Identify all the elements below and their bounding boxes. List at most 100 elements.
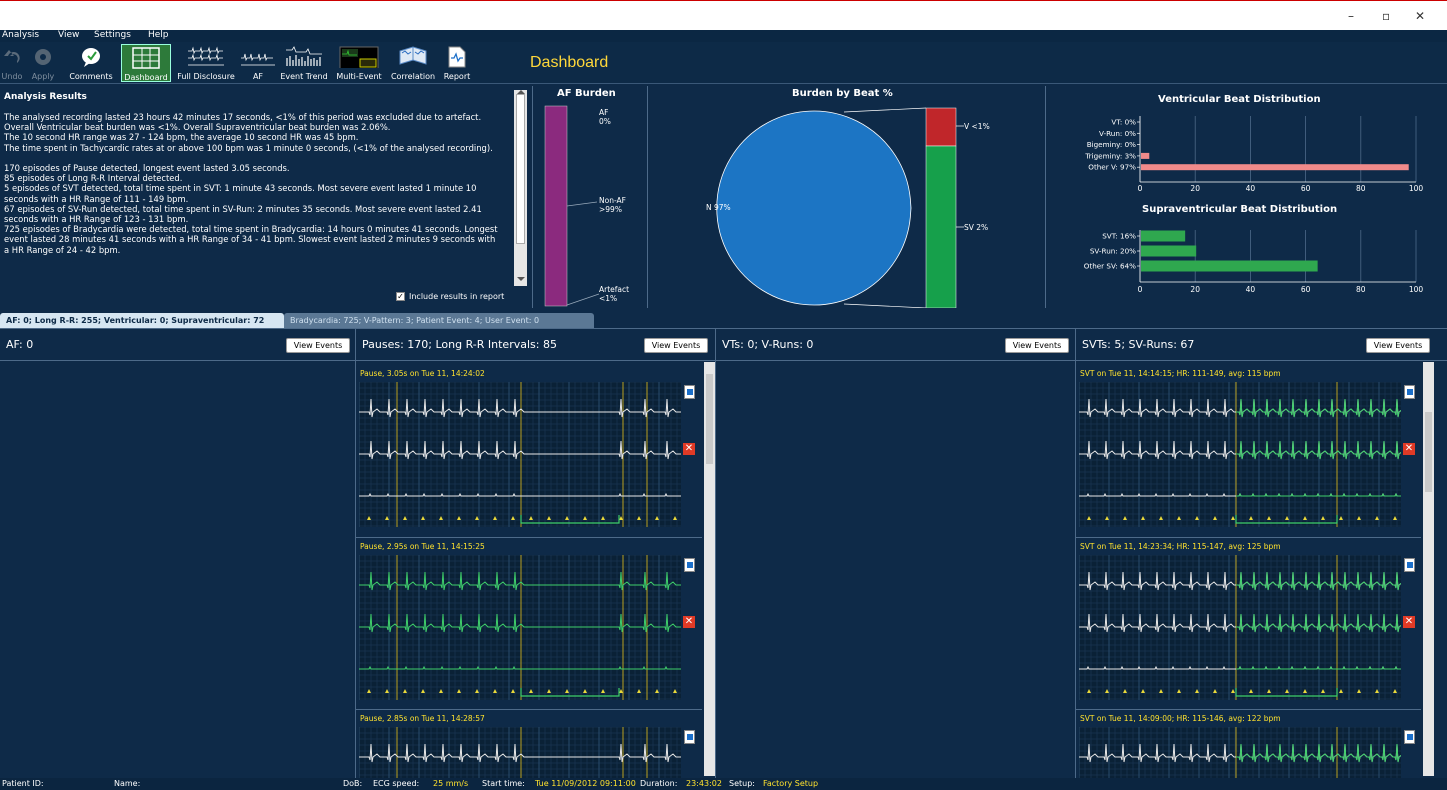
add-to-report-button[interactable]	[1404, 558, 1415, 572]
comments-label: Comments	[69, 72, 113, 81]
af-burden-chart: AF Burden AF 0% Non-AF >99% Artefact <1%	[533, 86, 647, 308]
sv-category-label: Other SV: 64%	[1084, 262, 1136, 271]
apply-label: Apply	[31, 72, 55, 81]
view-events-button[interactable]: View Events	[1005, 338, 1069, 353]
pauses-panel: Pauses: 170; Long R-R Intervals: 85 View…	[356, 329, 716, 779]
af-button[interactable]: AF	[240, 44, 276, 82]
correlation-button[interactable]: Correlation	[389, 44, 437, 82]
analysis-scrollbar[interactable]	[514, 90, 527, 286]
include-results-label: Include results in report	[409, 292, 505, 301]
pauses-panel-title: Pauses: 170; Long R-R Intervals: 85	[362, 338, 557, 351]
menu-help[interactable]: Help	[148, 30, 169, 40]
event-item[interactable]: Pause, 2.95s on Tue 11, 14:15:25 ✕	[356, 537, 702, 709]
distribution-svg: 0 20 40 60 80 100 VT: 0% V-Run: 0% Bigeminy: 0% T…	[1084, 116, 1424, 294]
dashboard-label: Dashboard	[124, 73, 168, 82]
dob-label: DoB:	[343, 779, 363, 788]
add-to-report-button[interactable]	[684, 558, 695, 572]
ventricular-category-label: Trigeminy: 3%	[1084, 151, 1136, 160]
scrollbar-thumb[interactable]	[1425, 412, 1432, 492]
add-to-report-button[interactable]	[1404, 385, 1415, 399]
af-label: AF 0%	[599, 108, 611, 126]
ecg-strip	[1079, 727, 1401, 779]
undo-label: Undo	[1, 72, 23, 81]
af-panel-title: AF: 0	[6, 338, 34, 351]
checkbox-check-icon[interactable]: ✓	[396, 292, 405, 301]
ventricular-category-label: Bigeminy: 0%	[1087, 140, 1136, 149]
tab-summary[interactable]: AF: 0; Long R-R: 255; Ventricular: 0; Su…	[0, 313, 284, 328]
scrollbar-thumb[interactable]	[706, 374, 713, 464]
scroll-up-icon[interactable]	[517, 89, 525, 95]
pie-slice-n	[716, 110, 912, 306]
report-button[interactable]: Report	[440, 44, 474, 82]
svt-panel-title: SVTs: 5; SV-Runs: 67	[1082, 338, 1195, 351]
ecg-speed-label: ECG speed:	[373, 779, 420, 788]
patient-id-label: Patient ID:	[2, 779, 44, 788]
vt-panel: VTs: 0; V-Runs: 0 View Events	[716, 329, 1076, 779]
svt-panel: SVTs: 5; SV-Runs: 67 View Events SVT on …	[1076, 329, 1447, 779]
add-to-report-button[interactable]	[684, 730, 695, 744]
undo-button[interactable]: Undo	[0, 44, 24, 82]
event-item[interactable]: Pause, 2.85s on Tue 11, 14:28:57	[356, 709, 702, 779]
analysis-text: The analysed recording lasted 23 hours 4…	[4, 112, 498, 255]
ventricular-axis-tick: 60	[1301, 184, 1311, 193]
comments-button[interactable]: Comments	[66, 44, 116, 82]
ventricular-bar	[1141, 152, 1150, 159]
event-title: SVT on Tue 11, 14:09:00; HR: 115-146, av…	[1080, 714, 1281, 723]
title-bar: – ▫ ✕	[0, 0, 1447, 30]
delete-event-button[interactable]: ✕	[683, 616, 695, 628]
sv-axis-tick: 40	[1246, 285, 1256, 294]
full-disclosure-icon	[188, 46, 224, 66]
event-item[interactable]: SVT on Tue 11, 14:09:00; HR: 115-146, av…	[1076, 709, 1421, 779]
start-time-value: Tue 11/09/2012 09:11:00	[535, 779, 636, 788]
event-title: SVT on Tue 11, 14:23:34; HR: 115-147, av…	[1080, 542, 1281, 551]
setup-value: Factory Setup	[763, 779, 819, 788]
event-item[interactable]: Pause, 3.05s on Tue 11, 14:24:02 ✕	[356, 365, 702, 537]
tab-bradycardia[interactable]: Bradycardia: 725; V-Pattern: 3; Patient …	[284, 313, 594, 328]
restore-button[interactable]: ▫	[1382, 9, 1390, 23]
add-to-report-button[interactable]	[684, 385, 695, 399]
vt-panel-title: VTs: 0; V-Runs: 0	[722, 338, 814, 351]
menu-settings[interactable]: Settings	[94, 30, 131, 40]
view-events-button[interactable]: View Events	[644, 338, 708, 353]
event-trend-button[interactable]: Event Trend	[279, 44, 329, 82]
sv-category-label: SVT: 16%	[1102, 232, 1136, 241]
apply-button[interactable]: Apply	[28, 44, 58, 82]
ventricular-axis-tick: 0	[1138, 184, 1143, 193]
full-disclosure-label: Full Disclosure	[177, 72, 235, 81]
pauses-scrollbar[interactable]	[704, 362, 715, 776]
scroll-down-icon[interactable]	[517, 276, 525, 282]
svt-scrollbar[interactable]	[1423, 362, 1434, 776]
menu-analysis[interactable]: Analysis	[2, 30, 39, 40]
stack-label-sv: SV 2%	[964, 223, 989, 232]
multi-event-button[interactable]: Multi-Event	[334, 44, 384, 82]
report-label: Report	[443, 72, 471, 81]
sv-axis-tick: 100	[1409, 285, 1424, 294]
delete-event-button[interactable]: ✕	[683, 443, 695, 455]
view-events-button[interactable]: View Events	[1366, 338, 1430, 353]
correlation-label: Correlation	[390, 72, 436, 81]
view-events-button[interactable]: View Events	[286, 338, 350, 353]
event-item[interactable]: SVT on Tue 11, 14:23:34; HR: 115-147, av…	[1076, 537, 1421, 709]
include-results-checkbox[interactable]: ✓ Include results in report	[396, 292, 504, 301]
analysis-results-panel: Analysis Results The analysed recording …	[0, 86, 528, 308]
summary-tabs: AF: 0; Long R-R: 255; Ventricular: 0; Su…	[0, 313, 1447, 328]
event-trend-label: Event Trend	[280, 72, 328, 81]
duration-label: Duration:	[640, 779, 678, 788]
ventricular-axis-tick: 100	[1409, 184, 1424, 193]
menu-view[interactable]: View	[58, 30, 79, 40]
close-button[interactable]: ✕	[1415, 9, 1425, 23]
distribution-charts: Ventricular Beat Distribution Supraventr…	[1046, 86, 1447, 308]
analysis-heading: Analysis Results	[4, 92, 87, 102]
delete-event-button[interactable]: ✕	[1403, 443, 1415, 455]
scrollbar-thumb[interactable]	[516, 94, 525, 244]
full-disclosure-button[interactable]: Full Disclosure	[175, 44, 237, 82]
minimize-button[interactable]: –	[1348, 9, 1354, 23]
add-to-report-button[interactable]	[1404, 730, 1415, 744]
dashboard-button[interactable]: Dashboard	[121, 44, 171, 82]
af-burden-bar	[544, 105, 568, 307]
setup-label: Setup:	[729, 779, 755, 788]
stack-label-v: V <1%	[964, 122, 990, 131]
delete-event-button[interactable]: ✕	[1403, 616, 1415, 628]
multi-event-icon	[339, 46, 379, 68]
event-item[interactable]: SVT on Tue 11, 14:14:15; HR: 111-149, av…	[1076, 365, 1421, 537]
